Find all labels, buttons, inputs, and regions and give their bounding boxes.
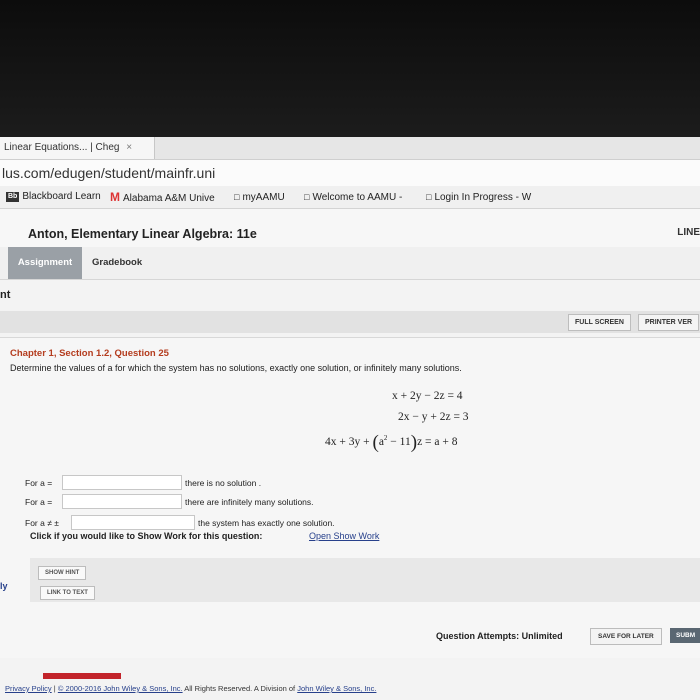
bookmark-label: myAAMU — [242, 192, 285, 203]
one-solution-input[interactable] — [71, 515, 195, 530]
company-link[interactable]: John Wiley & Sons, Inc. — [297, 684, 376, 693]
footer-separator: | — [53, 684, 56, 693]
red-accent-bar — [43, 673, 121, 679]
nav-tabs: Assignment Gradebook — [0, 247, 700, 280]
footer-rights: All Rights Reserved. A Division of — [182, 684, 298, 693]
monitor-bezel — [0, 0, 700, 137]
doc-icon: □ — [426, 192, 432, 202]
side-link[interactable]: ly — [0, 581, 8, 591]
infinite-solutions-input[interactable] — [62, 494, 182, 509]
equation-3-rhs: z = a + 8 — [417, 436, 458, 448]
bookmark-welcome[interactable]: □ Welcome to AAMU - — [304, 186, 402, 208]
blackboard-icon: Bb — [6, 192, 20, 202]
doc-icon: □ — [304, 192, 310, 202]
bookmark-label: Blackboard Learn — [22, 191, 101, 202]
save-for-later-button[interactable]: SAVE FOR LATER — [590, 628, 662, 645]
attempts-row: Question Attempts: Unlimited SAVE FOR LA… — [0, 624, 700, 650]
answer-description: there are infinitely many solutions. — [185, 497, 314, 507]
link-to-text-button[interactable]: LINK TO TEXT — [40, 586, 95, 600]
question-panel: Chapter 1, Section 1.2, Question 25 Dete… — [0, 337, 700, 658]
equation-3-constant: − 11 — [387, 436, 411, 448]
close-tab-icon[interactable]: × — [126, 142, 132, 153]
header-link[interactable]: LINE — [677, 227, 700, 238]
bookmark-myaamu[interactable]: □ myAAMU — [234, 186, 285, 208]
address-bar[interactable]: lus.com/edugen/student/mainfr.uni — [0, 160, 700, 186]
answer-label: For a = — [25, 478, 53, 488]
bookmarks-bar: Bb Blackboard Learn M Alabama A&M Unive □ m… — [0, 186, 700, 209]
no-solution-input[interactable] — [62, 475, 182, 490]
answer-label: For a = — [25, 497, 53, 507]
tab-assignment[interactable]: Assignment — [8, 247, 82, 279]
equation-3: 4x + 3y + (a2 − 11)z = a + 8 — [325, 432, 458, 454]
browser-tab-title: Linear Equations... | Cheg — [4, 142, 120, 153]
footer: Privacy Policy | © 2000-2016 John Wiley … — [5, 684, 376, 693]
bookmark-login[interactable]: □ Login In Progress - W — [426, 186, 531, 208]
toolbar: FULL SCREEN PRINTER VER — [0, 311, 700, 333]
bookmark-label: Welcome to AAMU - — [312, 192, 403, 203]
answer-description: there is no solution . — [185, 478, 262, 488]
course-title: Anton, Elementary Linear Algebra: 11e — [28, 227, 257, 241]
bookmark-blackboard[interactable]: Bb Blackboard Learn — [6, 186, 101, 208]
question-attempts: Question Attempts: Unlimited — [436, 631, 563, 641]
privacy-policy-link[interactable]: Privacy Policy — [5, 684, 52, 693]
question-title: Chapter 1, Section 1.2, Question 25 — [10, 348, 169, 359]
browser-tab-bar: Linear Equations... | Cheg × — [0, 137, 700, 160]
tab-gradebook[interactable]: Gradebook — [92, 247, 142, 279]
breadcrumb: nt — [0, 289, 11, 301]
doc-icon: □ — [234, 192, 240, 202]
open-show-work-link[interactable]: Open Show Work — [309, 531, 379, 541]
bookmark-label: Login In Progress - W — [434, 192, 532, 203]
answer-description: the system has exactly one solution. — [198, 518, 335, 528]
question-prompt: Determine the values of a for which the … — [10, 363, 462, 373]
printer-version-button[interactable]: PRINTER VER — [638, 314, 700, 331]
m-logo-icon: M — [110, 190, 120, 204]
show-hint-button[interactable]: SHOW HINT — [38, 566, 87, 580]
bookmark-aamu[interactable]: M Alabama A&M Unive — [110, 186, 215, 208]
show-work-prompt: Click if you would like to Show Work for… — [30, 531, 263, 541]
browser-screen: Linear Equations... | Cheg × lus.com/edu… — [0, 137, 700, 700]
answer-label: For a ≠ ± — [25, 518, 59, 528]
bookmark-label: Alabama A&M Unive — [123, 193, 215, 204]
equation-3-lhs: 4x + 3y + — [325, 436, 373, 448]
copyright-link[interactable]: © 2000-2016 John Wiley & Sons, Inc. — [58, 684, 183, 693]
equation-1: x + 2y − 2z = 4 — [392, 390, 463, 402]
equation-2: 2x − y + 2z = 3 — [398, 411, 469, 423]
full-screen-button[interactable]: FULL SCREEN — [568, 314, 631, 331]
submit-button[interactable]: SUBM — [670, 628, 700, 643]
browser-tab[interactable]: Linear Equations... | Cheg × — [0, 137, 155, 159]
hint-box: SHOW HINT LINK TO TEXT — [30, 558, 700, 602]
